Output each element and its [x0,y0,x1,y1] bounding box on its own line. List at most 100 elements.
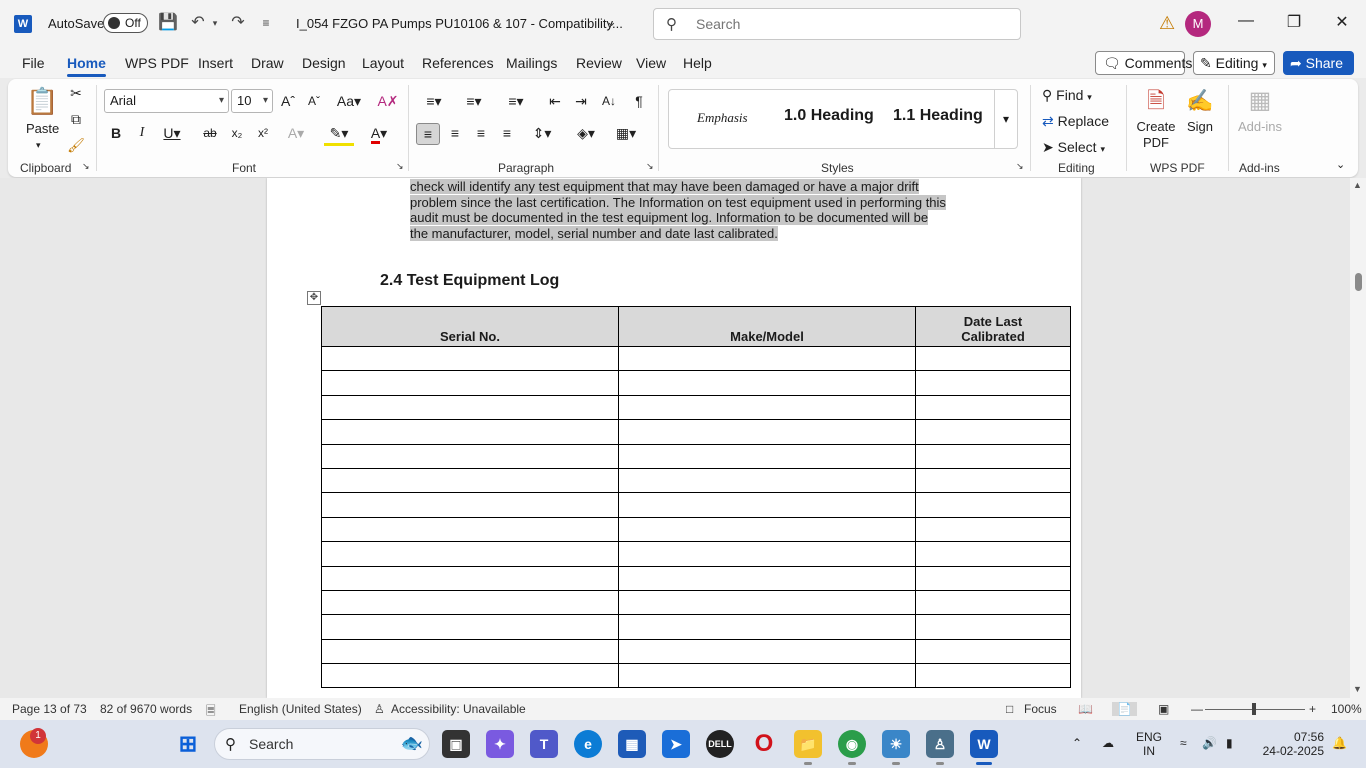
search-input[interactable] [694,15,998,33]
vertical-scrollbar[interactable]: ▲ ▼ [1350,178,1366,698]
shrink-font-icon[interactable]: Aˇ [304,91,324,111]
focus-mode[interactable]: Focus [1024,702,1057,716]
page-count[interactable]: Page 13 of 73 [12,702,87,716]
table-cell[interactable] [321,492,619,518]
superscript-icon[interactable]: x² [254,123,272,143]
highlight-icon[interactable]: ✎▾ [324,123,354,146]
tab-review[interactable]: Review [576,55,622,71]
tab-file[interactable]: File [22,55,45,71]
increase-indent-icon[interactable]: ⇥ [570,91,592,111]
table-cell[interactable] [618,345,916,372]
table-cell[interactable] [618,638,916,665]
task-view-icon[interactable]: ▣ [442,730,470,758]
input-language[interactable]: ENG IN [1136,730,1162,758]
taskbar-search[interactable]: ⚲ Search 🐟 [214,728,430,760]
align-center-icon[interactable]: ≡ [444,123,466,143]
language-status[interactable]: English (United States) [239,702,362,716]
customize-qat-icon[interactable]: ≡ [256,13,276,33]
table-cell[interactable] [915,443,1071,469]
table-cell[interactable] [618,541,916,567]
warning-icon[interactable]: ⚠ [1159,13,1175,34]
table-row[interactable] [321,589,1071,616]
table-cell[interactable] [915,638,1071,665]
print-layout-icon[interactable]: 📄 [1112,702,1137,716]
start-icon[interactable]: ⊞ [174,730,202,758]
underline-icon[interactable]: U▾ [158,123,186,143]
show-formatting-icon[interactable]: ¶ [628,91,650,111]
clear-formatting-icon[interactable]: A✗ [376,91,400,111]
zoom-level[interactable]: 100% [1331,702,1362,716]
selected-paragraph[interactable]: check will identify any test equipment t… [410,179,970,241]
show-hidden-icons-icon[interactable]: ⌃ [1072,736,1082,750]
table-cell[interactable] [915,589,1071,616]
create-pdf-icon[interactable]: 🗎 [1140,85,1172,117]
zoom-out-icon[interactable]: — [1191,702,1203,716]
contacts-icon[interactable]: ♙ [926,730,954,758]
tab-mailings[interactable]: Mailings [506,55,557,71]
table-row[interactable] [321,419,1071,445]
table-row[interactable] [321,565,1071,591]
table-move-handle-icon[interactable]: ✥ [307,291,321,305]
table-cell[interactable] [618,370,916,396]
paste-dropdown-icon[interactable]: ▾ [36,135,41,155]
restore-icon[interactable]: ❐ [1279,12,1309,36]
table-cell[interactable] [321,663,619,689]
save-icon[interactable]: 💾 [158,13,178,33]
justify-icon[interactable]: ≡ [496,123,518,143]
scroll-down-icon[interactable]: ▼ [1353,684,1362,694]
sort-icon[interactable]: A↓ [598,91,620,111]
document-page[interactable]: check will identify any test equipment t… [267,178,1081,698]
borders-icon[interactable]: ▦▾ [610,123,642,143]
tab-references[interactable]: References [422,55,494,71]
table-row[interactable] [321,492,1071,518]
shading-icon[interactable]: ◈▾ [570,123,602,143]
bullets-icon[interactable]: ≡▾ [418,91,450,111]
edge-icon[interactable]: e [574,730,602,758]
file-explorer-icon[interactable]: 📁 [794,730,822,758]
paste-icon[interactable]: 📋 [26,85,58,117]
table-cell[interactable] [321,614,619,640]
tab-help[interactable]: Help [683,55,712,71]
find-button[interactable]: ⚲ Find ▾ [1042,85,1092,107]
table-cell[interactable] [321,541,619,567]
tab-draw[interactable]: Draw [251,55,284,71]
copilot-icon[interactable]: ✦ [486,730,514,758]
table-cell[interactable] [618,663,916,689]
collapse-ribbon-icon[interactable]: ⌄ [1336,155,1345,175]
undo-dropdown-icon[interactable]: ▾ [205,13,225,33]
share-button[interactable]: ➦ Share [1283,51,1354,75]
zoom-in-icon[interactable]: + [1309,702,1316,716]
table-row[interactable] [321,663,1071,689]
document-title[interactable]: I_054 FZGO PA Pumps PU10106 & 107 - Comp… [296,16,623,31]
comments-button[interactable]: 🗨 Comments [1095,51,1192,75]
tab-layout[interactable]: Layout [362,55,404,71]
italic-icon[interactable]: I [134,123,150,143]
table-row[interactable] [321,394,1071,421]
table-cell[interactable] [321,345,619,372]
app-icon[interactable]: ➤ [662,730,690,758]
dialog-launcher-icon[interactable]: ↘ [1016,161,1024,172]
table-cell[interactable] [915,516,1071,543]
change-case-icon[interactable]: Aa▾ [334,91,364,111]
sign-label[interactable]: Sign [1184,119,1216,135]
wifi-icon[interactable]: ≈ [1180,736,1187,750]
cut-icon[interactable]: ✂ [66,83,86,103]
cloud-icon[interactable]: ☁ [1102,736,1114,750]
table-cell[interactable] [915,663,1071,689]
zoom-slider-thumb[interactable] [1252,703,1256,715]
align-right-icon[interactable]: ≡ [470,123,492,143]
table-cell[interactable] [618,492,916,518]
dialog-launcher-icon[interactable]: ↘ [82,161,90,172]
select-button[interactable]: ➤ Select ▾ [1042,137,1105,159]
dell-icon[interactable]: DELL [706,730,734,758]
notifications-icon[interactable]: 🔔 [1332,736,1347,750]
word-taskbar-icon[interactable]: W [970,730,998,758]
table-cell[interactable] [915,370,1071,396]
tab-home[interactable]: Home [67,55,106,77]
table-cell[interactable] [321,370,619,396]
table-cell[interactable] [321,565,619,591]
font-size-box[interactable]: 10 ▾ [231,89,273,113]
table-cell[interactable] [915,345,1071,372]
volume-icon[interactable]: 🔊 [1202,736,1217,750]
search-box[interactable]: ⚲ [653,8,1021,40]
